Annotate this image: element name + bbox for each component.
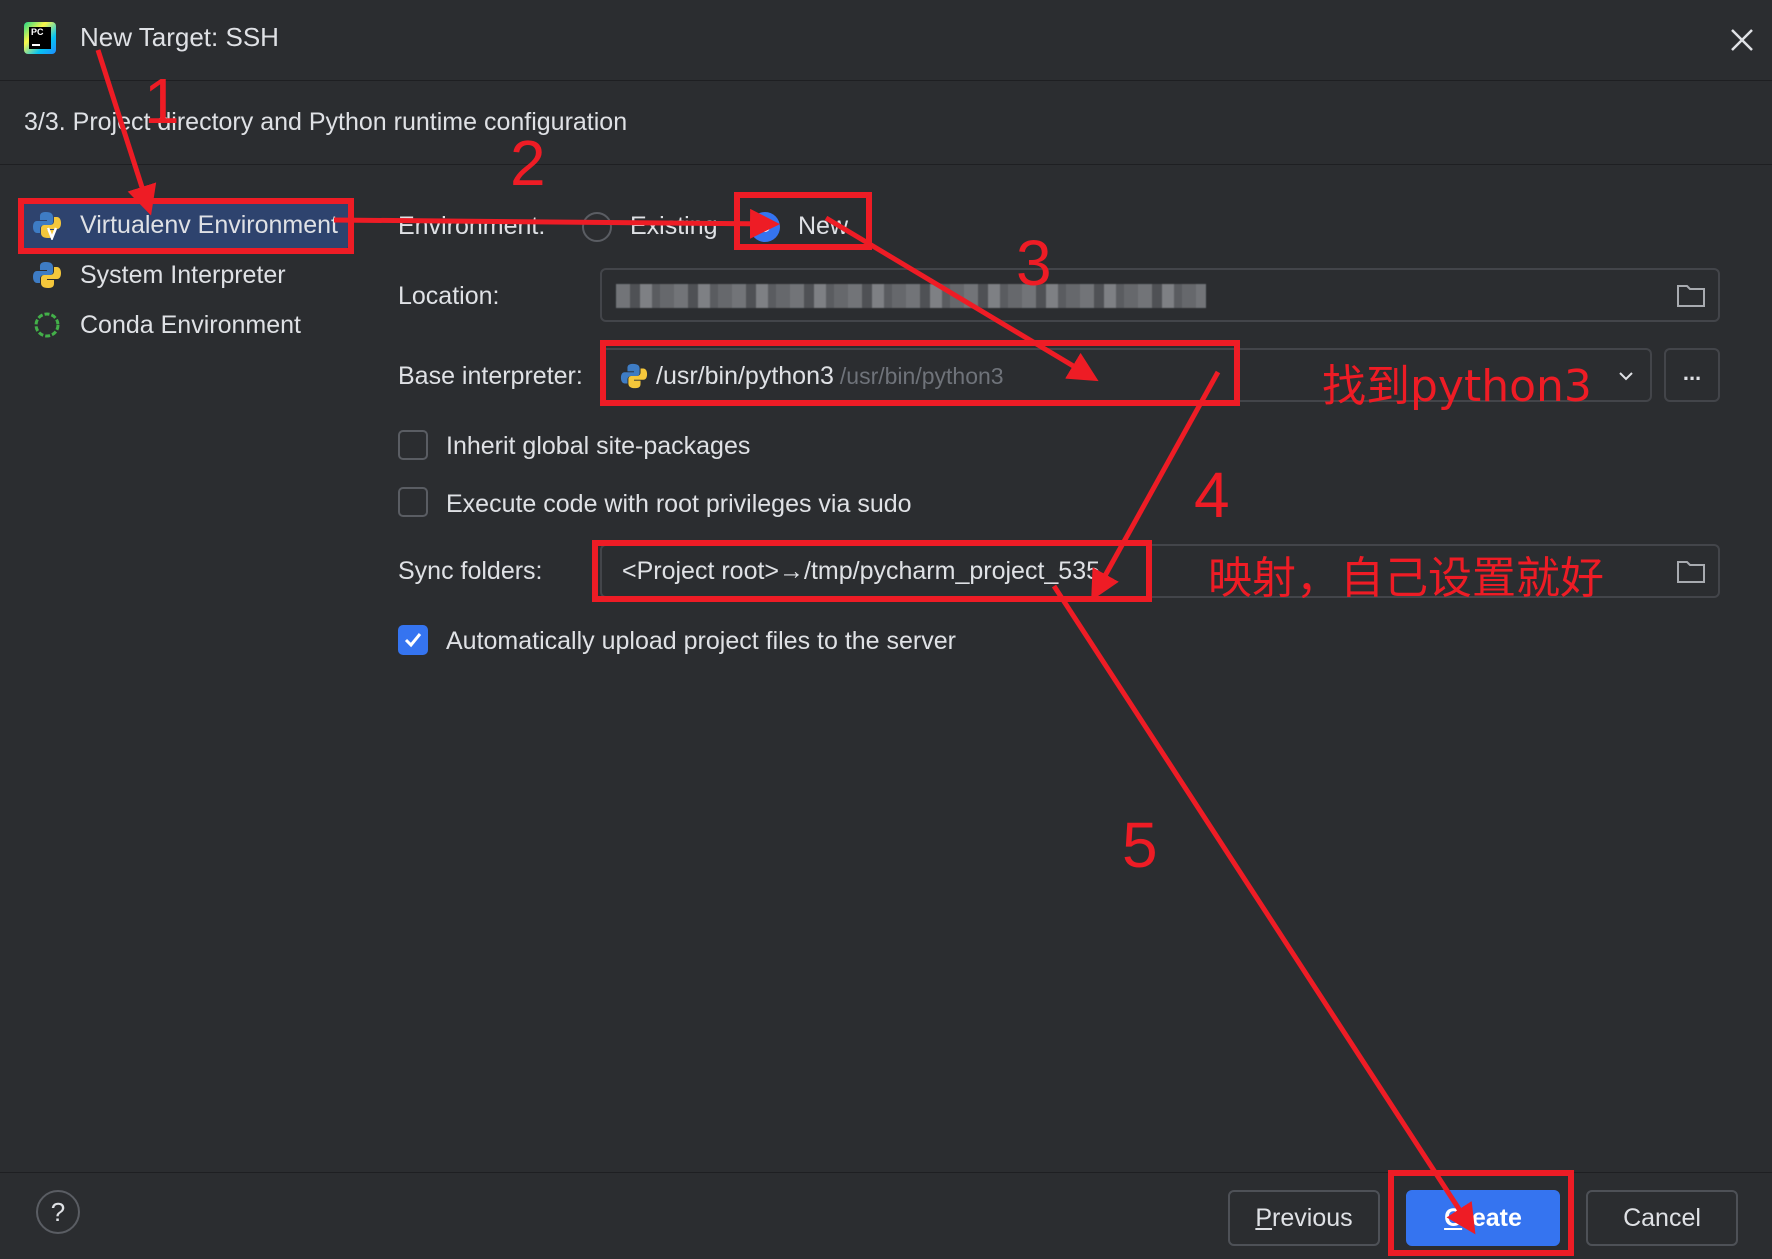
annotation-number-3: 3 (1016, 227, 1052, 299)
sudo-label: Execute code with root privileges via su… (446, 490, 912, 518)
radio-existing-label: Existing (630, 212, 718, 240)
inherit-site-packages-checkbox[interactable] (398, 430, 428, 460)
sidebar-item-label: System Interpreter (80, 260, 286, 289)
location-label: Location: (398, 282, 500, 310)
radio-existing[interactable] (582, 212, 612, 242)
header-divider (0, 164, 1772, 165)
inherit-site-packages-label: Inherit global site-packages (446, 432, 751, 460)
sidebar-item-system-interpreter[interactable]: System Interpreter (18, 250, 348, 300)
folder-icon[interactable] (1676, 282, 1706, 308)
chevron-down-icon[interactable] (1616, 366, 1636, 386)
environment-label: Environment: (398, 212, 546, 240)
help-button[interactable]: ? (36, 1190, 80, 1234)
annotation-number-1: 1 (144, 65, 180, 137)
sync-folders-label: Sync folders: (398, 557, 543, 585)
annotation-box-interpreter (600, 340, 1240, 406)
sudo-checkbox[interactable] (398, 487, 428, 517)
location-value-redacted (616, 284, 1206, 308)
annotation-number-2: 2 (510, 127, 546, 199)
checkmark-icon (404, 633, 422, 648)
previous-button[interactable]: Previous (1228, 1190, 1380, 1246)
annotation-note-sync: 映射，自己设置就好 (1208, 553, 1604, 604)
auto-upload-checkbox[interactable] (398, 625, 428, 655)
conda-icon (34, 312, 60, 338)
annotation-box-create (1388, 1170, 1574, 1256)
annotation-box-sync (592, 540, 1152, 602)
close-icon[interactable] (1724, 22, 1760, 58)
python-icon (33, 262, 61, 288)
annotation-box-new (734, 192, 872, 250)
browse-interpreter-button[interactable]: ... (1664, 348, 1720, 402)
annotation-number-4: 4 (1194, 459, 1230, 531)
title-bar: PC New Target: SSH (0, 0, 1772, 81)
sidebar-item-conda[interactable]: Conda Environment (18, 300, 348, 350)
annotation-note-interpreter: 找到python3 (1322, 361, 1592, 412)
auto-upload-label: Automatically upload project files to th… (446, 627, 956, 655)
annotation-number-5: 5 (1122, 809, 1158, 881)
base-interpreter-label: Base interpreter: (398, 362, 583, 390)
dialog-title: New Target: SSH (80, 22, 279, 52)
pycharm-logo-icon: PC (24, 22, 56, 54)
folder-icon[interactable] (1676, 558, 1706, 584)
cancel-button[interactable]: Cancel (1586, 1190, 1738, 1246)
location-input[interactable] (600, 268, 1720, 322)
annotation-box-virtualenv (18, 198, 354, 254)
sidebar-item-label: Conda Environment (80, 310, 301, 339)
